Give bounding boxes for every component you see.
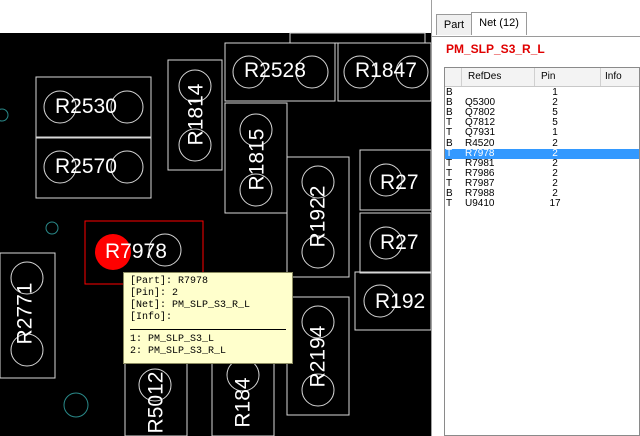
outline-top bbox=[289, 32, 426, 44]
tooltip-part: [Part]: R7978 bbox=[130, 276, 209, 287]
pcb-board-view[interactable]: R2528 R1847 R2530 R2570 R1814 R1815 R192… bbox=[0, 0, 431, 436]
label-r2530: R2530 bbox=[55, 95, 117, 118]
part-info-tooltip: [Part]: R7978 [Pin]: 2 [Net]: PM_SLP_S3_… bbox=[123, 272, 293, 364]
label-r184: R184 bbox=[231, 377, 255, 428]
label-r2570: R2570 bbox=[55, 155, 117, 178]
row-side: T bbox=[446, 198, 453, 210]
label-r2771: R2771 bbox=[13, 282, 37, 345]
table-header: RefDes Pin Info bbox=[445, 68, 639, 87]
label-r1847: R1847 bbox=[355, 59, 417, 82]
table-row[interactable]: B R4520 2 bbox=[445, 137, 639, 149]
label-r27a: R27 bbox=[380, 171, 419, 194]
column-info[interactable]: Info bbox=[601, 68, 639, 86]
row-side: B bbox=[446, 137, 453, 149]
table-row[interactable]: T Q7931 1 bbox=[445, 127, 639, 139]
tab-divider bbox=[432, 36, 640, 37]
row-pin: 1 bbox=[552, 127, 558, 139]
net-panel: Part Net (12) PM_SLP_S3_R_L RefDes Pin I… bbox=[431, 0, 640, 436]
table-row[interactable]: T U9410 17 bbox=[445, 198, 639, 210]
row-pin: 2 bbox=[552, 137, 558, 149]
row-ref: Q7931 bbox=[465, 127, 496, 139]
label-r192: R192 bbox=[375, 290, 426, 313]
net-pin-table[interactable]: RefDes Pin Info B 1 B Q5300 2 B Q7802 5 T Q7812 5 T… bbox=[444, 67, 640, 436]
tooltip-connection-1: 1: PM_SLP_S3_L bbox=[130, 334, 215, 345]
net-name-title: PM_SLP_S3_R_L bbox=[446, 42, 545, 56]
column-side[interactable] bbox=[445, 68, 462, 86]
row-pin: 17 bbox=[549, 198, 561, 210]
tooltip-pin: [Pin]: 2 bbox=[130, 288, 179, 299]
tooltip-info: [Info]: bbox=[130, 312, 173, 323]
label-r27b: R27 bbox=[380, 231, 419, 254]
row-ref: U9410 bbox=[465, 198, 495, 210]
label-r2194: R2194 bbox=[306, 325, 330, 388]
label-r5012: R5012 bbox=[144, 371, 168, 434]
column-pin[interactable]: Pin bbox=[535, 68, 601, 86]
tab-net[interactable]: Net (12) bbox=[471, 12, 527, 35]
tooltip-divider bbox=[130, 329, 286, 331]
tooltip-net: [Net]: PM_SLP_S3_R_L bbox=[130, 300, 251, 311]
label-r2528: R2528 bbox=[244, 59, 306, 82]
row-ref: R4520 bbox=[465, 137, 495, 149]
tooltip-connection-2: 2: PM_SLP_S3_R_L bbox=[130, 346, 227, 357]
label-r1815: R1815 bbox=[245, 128, 269, 191]
label-r1814: R1814 bbox=[184, 83, 208, 146]
label-r1922: R1922 bbox=[306, 185, 330, 248]
tab-part[interactable]: Part bbox=[436, 14, 472, 35]
label-r7978: R7978 bbox=[105, 240, 167, 263]
column-refdes[interactable]: RefDes bbox=[462, 68, 535, 86]
row-side: T bbox=[446, 127, 453, 139]
